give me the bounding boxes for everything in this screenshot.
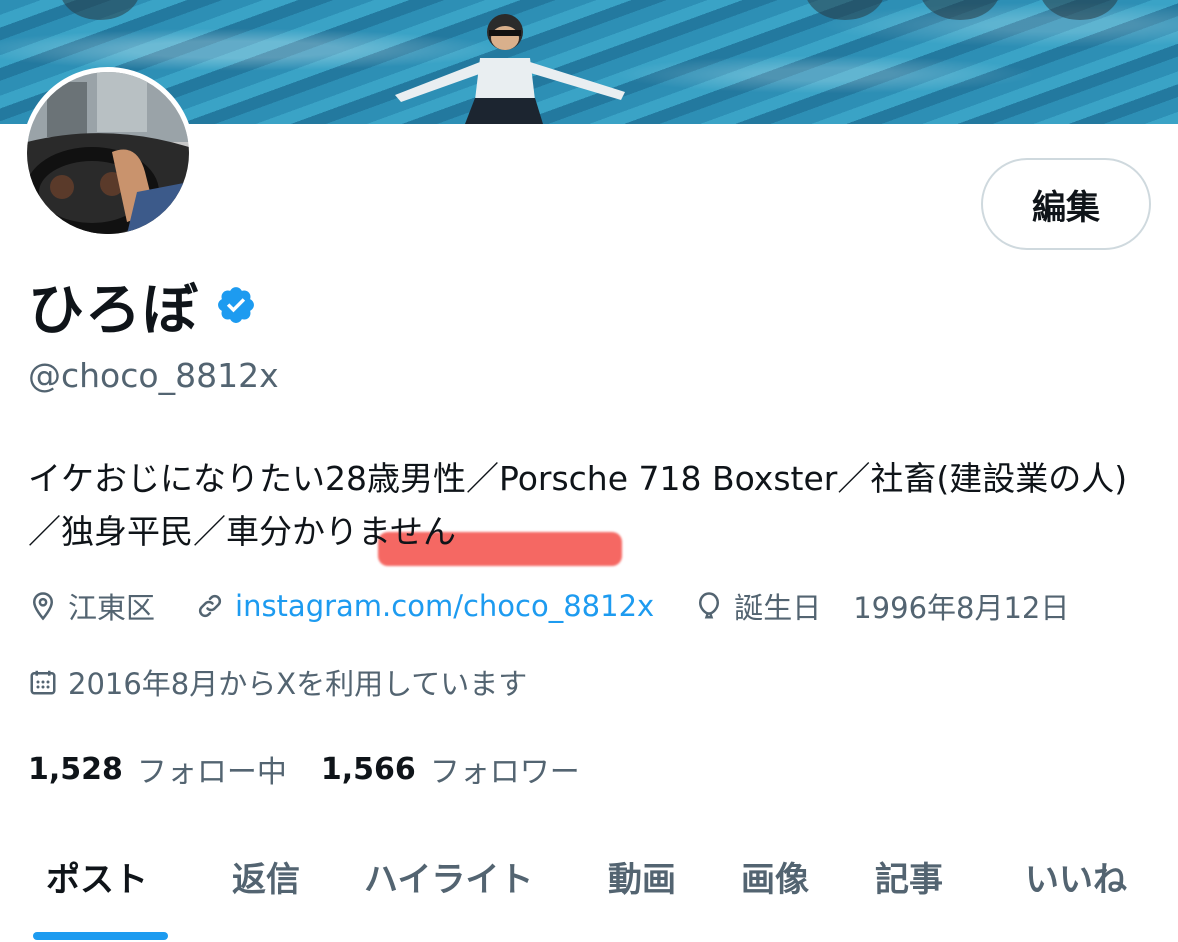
birthday-item: 誕生日 1996年8月12日 (694, 585, 1069, 627)
calendar-icon (30, 670, 56, 695)
header-action-shadow (920, 0, 1000, 20)
user-handle: @choco_8812x (28, 356, 279, 395)
tab-images[interactable]: 画像 (741, 852, 809, 901)
location-item: 江東区 (28, 585, 155, 627)
edit-profile-button[interactable]: 編集 (981, 158, 1151, 250)
avatar-car-interior-photo (27, 72, 189, 234)
birthday-date: 1996年8月12日 (853, 591, 1070, 625)
tab-replies[interactable]: 返信 (232, 852, 300, 901)
following-label[interactable]: フォロー中 (137, 747, 287, 791)
banner-swimmer-photo (395, 14, 625, 124)
follow-stats: 1,528 フォロー中 1,566 フォロワー (28, 747, 614, 791)
map-pin-icon (32, 592, 54, 621)
followers-label[interactable]: フォロワー (430, 747, 580, 791)
bio-text: イケおじになりたい28歳男性／Porsche 718 Boxster／社畜(建設… (28, 459, 1128, 551)
profile-link[interactable]: instagram.com/choco_8812x (235, 589, 654, 623)
display-name: ひろぼ (28, 277, 199, 343)
joined-date-row: 2016年8月からXを利用しています (28, 662, 527, 702)
followers-count[interactable]: 1,566 (321, 752, 416, 787)
following-count[interactable]: 1,528 (28, 752, 123, 787)
header-action-shadow (1040, 0, 1120, 20)
header-action-shadow (805, 0, 885, 20)
profile-meta: 江東区 instagram.com/choco_8812x 誕生日 1996年8… (28, 586, 1109, 626)
profile-bio: イケおじになりたい28歳男性／Porsche 718 Boxster／社畜(建設… (28, 452, 1158, 558)
profile-avatar[interactable] (22, 67, 194, 239)
verified-badge-icon[interactable] (215, 284, 257, 326)
balloon-icon (699, 592, 720, 619)
location-text: 江東区 (68, 591, 156, 625)
bio-highlighted-text: 車分かりません (226, 512, 457, 551)
tab-likes[interactable]: いいね (1025, 852, 1127, 901)
birthday-label: 誕生日 (734, 591, 822, 625)
active-tab-indicator (33, 932, 168, 940)
tab-videos[interactable]: 動画 (608, 852, 676, 901)
tab-highlights[interactable]: ハイライト (364, 852, 533, 901)
tab-posts[interactable]: ポスト (46, 852, 148, 901)
back-button-shadow (60, 0, 140, 20)
link-item[interactable]: instagram.com/choco_8812x (195, 589, 654, 623)
name-row: ひろぼ (28, 270, 257, 343)
joined-text: 2016年8月からXを利用しています (68, 667, 528, 701)
tab-articles[interactable]: 記事 (875, 852, 943, 901)
link-icon (198, 594, 222, 618)
profile-tabs: ポスト 返信 ハイライト 動画 画像 記事 いいね (0, 840, 1178, 942)
